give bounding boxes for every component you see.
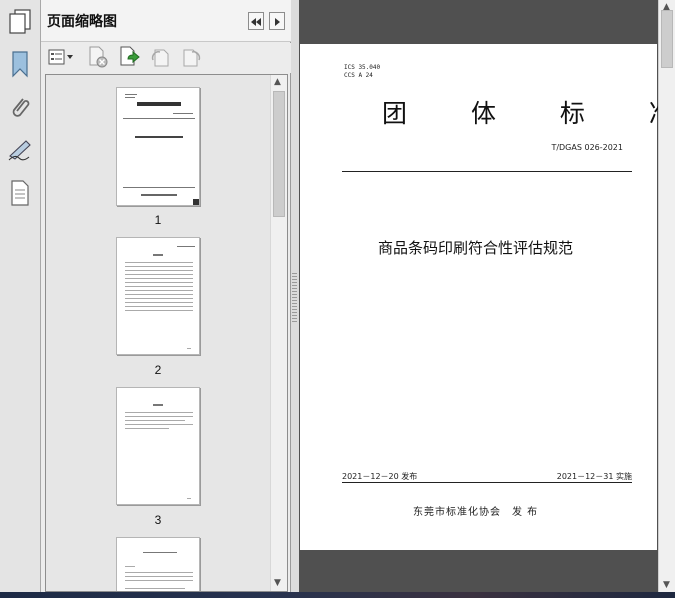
- panel-splitter[interactable]: [291, 0, 299, 598]
- page-thumbnail-2[interactable]: [116, 237, 200, 355]
- ccs-code: CCS A 24: [344, 72, 373, 79]
- page-thumbnail-3[interactable]: [116, 387, 200, 505]
- options-icon: [48, 49, 74, 69]
- rotate-right-icon: [181, 46, 203, 72]
- document-properties-icon[interactable]: [4, 177, 36, 209]
- thumbnail-list: 1 2 3 ▲ ▼: [45, 74, 288, 592]
- document-scrollbar[interactable]: ▲ ▼: [658, 0, 675, 592]
- pages-icon[interactable]: [4, 6, 36, 38]
- ics-code: ICS 35.040: [344, 64, 381, 71]
- rotate-left-icon: [149, 46, 171, 72]
- panel-title: 页面缩略图: [47, 14, 117, 30]
- insert-page-icon: [119, 46, 141, 72]
- scroll-down-arrow-icon[interactable]: ▼: [274, 578, 281, 588]
- standard-number: T/DGAS 026-2021: [551, 143, 623, 152]
- document-view: ICS 35.040 CCS A 24 团 体 标 准 T/DGAS 026-2…: [299, 0, 674, 592]
- thumbnail-page-number: 3: [154, 513, 162, 527]
- right-arrow-icon: [273, 12, 281, 31]
- rotate-left-button[interactable]: [149, 48, 171, 70]
- thumbnail-scroll-thumb[interactable]: [273, 91, 285, 217]
- delete-page-button[interactable]: [87, 46, 109, 72]
- thumbnail-page-number: 1: [154, 213, 162, 227]
- document-scroll-thumb[interactable]: [661, 10, 673, 68]
- double-left-arrow-icon: [250, 12, 262, 31]
- panel-header: 页面缩略图: [41, 0, 291, 42]
- page-thumbnail-1[interactable]: [116, 87, 200, 206]
- rotate-right-button[interactable]: [181, 48, 203, 70]
- expand-panel-button[interactable]: [269, 12, 285, 30]
- implement-date: 2021－12－31 实施: [556, 472, 632, 481]
- document-page: ICS 35.040 CCS A 24 团 体 标 准 T/DGAS 026-2…: [300, 44, 674, 550]
- publish-date: 2021－12－20 发布: [342, 472, 418, 481]
- thumbnail-page-number: 2: [154, 363, 162, 377]
- page-thumbnail-4[interactable]: [116, 537, 200, 591]
- scroll-up-arrow-icon[interactable]: ▲: [274, 77, 281, 87]
- page-thumbnails-panel: 页面缩略图 1 2 3 ▲ ▼: [41, 0, 291, 598]
- signature-icon[interactable]: [4, 134, 36, 166]
- header-rule: [342, 171, 632, 172]
- navigation-toolstrip: [0, 0, 41, 598]
- bookmark-icon[interactable]: [4, 48, 36, 80]
- document-title: 商品条码印刷符合性评估规范: [378, 239, 574, 257]
- attachment-icon[interactable]: [4, 92, 36, 124]
- delete-page-icon: [88, 46, 108, 72]
- collapse-panel-button[interactable]: [248, 12, 264, 30]
- scroll-down-arrow-icon[interactable]: ▼: [663, 580, 670, 590]
- issuing-organization: 东莞市标准化协会 发 布: [413, 507, 539, 518]
- footer-rule: [342, 482, 632, 483]
- thumbnail-scrollbar[interactable]: ▲ ▼: [270, 75, 287, 591]
- options-menu-button[interactable]: [47, 48, 75, 70]
- thumbnail-toolbar: [41, 43, 291, 73]
- taskbar-strip: [0, 592, 675, 598]
- splitter-grip[interactable]: [292, 272, 297, 322]
- standard-category-title: 团 体 标 准: [382, 99, 675, 128]
- insert-page-button[interactable]: [119, 46, 141, 72]
